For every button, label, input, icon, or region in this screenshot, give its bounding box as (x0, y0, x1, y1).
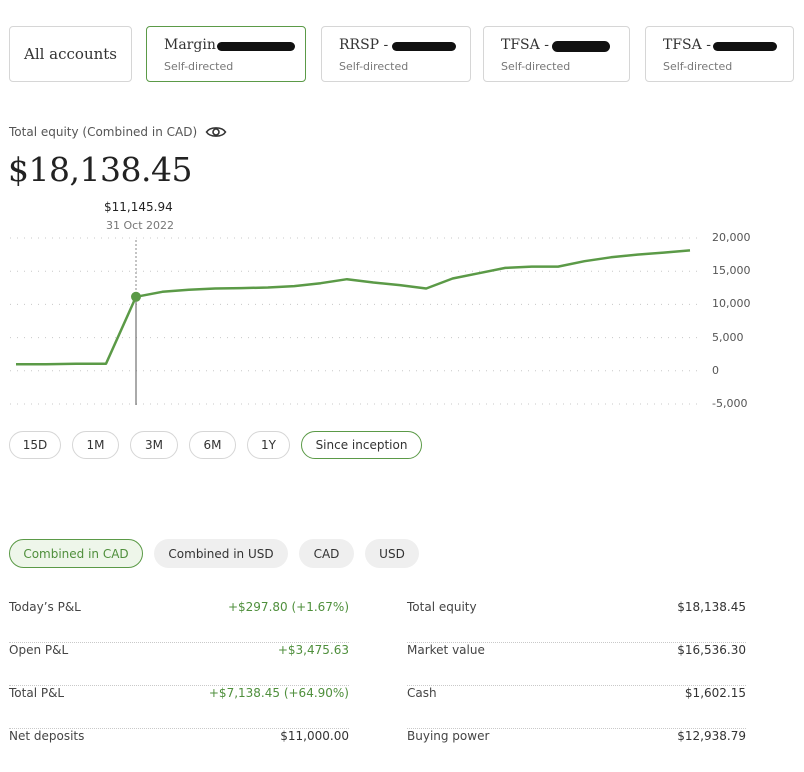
stat-label: Total P&L (9, 686, 65, 700)
y-tick-label: 0 (712, 363, 719, 377)
range-label: 3M (145, 438, 163, 452)
account-card-tfsa-2[interactable]: TFSA - Self-directed (645, 26, 794, 82)
stat-value: +$297.80 (+1.67%) (227, 600, 349, 614)
stat-row-market-value: Market value $16,536.30 (407, 643, 746, 686)
stat-value: $18,138.45 (677, 600, 746, 614)
range-button-1m[interactable]: 1M (72, 431, 119, 459)
stat-label: Market value (407, 643, 485, 657)
range-label: 6M (203, 438, 222, 452)
eye-icon[interactable] (205, 124, 227, 140)
currency-button-combined-usd[interactable]: Combined in USD (154, 539, 288, 568)
redaction-mark (552, 41, 610, 52)
range-button-6m[interactable]: 6M (189, 431, 236, 459)
account-label: TFSA - (501, 37, 549, 53)
account-card-all[interactable]: All accounts (9, 26, 132, 82)
account-label: RRSP - (339, 37, 389, 53)
currency-label: Combined in USD (168, 546, 274, 561)
equity-label: Total equity (Combined in CAD) (9, 125, 198, 139)
currency-button-usd[interactable]: USD (365, 539, 419, 568)
account-label: TFSA - (663, 37, 711, 53)
y-tick-label: -5,000 (712, 397, 748, 410)
currency-button-combined-cad[interactable]: Combined in CAD (9, 539, 143, 568)
currency-button-cad[interactable]: CAD (299, 539, 354, 568)
total-equity-value: $18,138.45 (8, 150, 192, 189)
stat-row-buying-power: Buying power $12,938.79 (407, 729, 746, 772)
range-label: 1M (86, 438, 105, 452)
account-card-rrsp[interactable]: RRSP - Self-directed (321, 26, 471, 82)
stat-row-cash: Cash $1,602.15 (407, 686, 746, 729)
y-tick-label: 5,000 (712, 330, 744, 344)
range-button-3m[interactable]: 3M (130, 431, 178, 459)
range-button-15d[interactable]: 15D (9, 431, 61, 459)
redaction-mark (713, 42, 777, 51)
stat-row-net-deposits: Net deposits $11,000.00 (9, 729, 349, 772)
account-subtitle: Self-directed (663, 60, 733, 73)
range-label: 15D (22, 438, 48, 452)
stat-label: Net deposits (9, 729, 85, 743)
range-label: 1Y (261, 438, 276, 452)
currency-label: CAD (313, 546, 340, 561)
y-tick-label: 15,000 (712, 264, 751, 278)
range-button-since-inception[interactable]: Since inception (301, 431, 422, 459)
highlight-point (131, 291, 141, 302)
stat-label: Today’s P&L (9, 600, 81, 614)
account-subtitle: Self-directed (501, 60, 571, 73)
stat-row-total-pl: Total P&L +$7,138.45 (+64.90%) (9, 686, 349, 729)
stat-value: $12,938.79 (677, 729, 746, 743)
redaction-mark (217, 42, 295, 51)
range-label: Since inception (315, 438, 408, 452)
account-card-margin[interactable]: Margin Self-directed (146, 26, 306, 82)
stat-label: Cash (407, 686, 437, 700)
currency-label: USD (379, 546, 405, 561)
stat-value: $1,602.15 (684, 686, 746, 700)
stat-row-todays-pl: Today’s P&L +$297.80 (+1.67%) (9, 600, 349, 643)
currency-label: Combined in CAD (23, 546, 129, 561)
stat-label: Open P&L (9, 643, 69, 657)
account-subtitle: Self-directed (339, 60, 409, 73)
range-button-1y[interactable]: 1Y (247, 431, 290, 459)
stat-value: $11,000.00 (280, 729, 349, 743)
stat-row-total-equity: Total equity $18,138.45 (407, 600, 746, 643)
account-subtitle: Self-directed (164, 60, 234, 73)
account-label: All accounts (23, 45, 118, 63)
stat-value: $16,536.30 (677, 643, 746, 657)
equity-series-line (16, 249, 691, 366)
y-tick-label: 10,000 (712, 297, 751, 311)
account-card-tfsa-1[interactable]: TFSA - Self-directed (483, 26, 630, 82)
stat-label: Total equity (407, 600, 477, 614)
tooltip-date: 31 Oct 2022 (106, 219, 175, 232)
stat-value: +$3,475.63 (277, 643, 349, 657)
tooltip-value: $11,145.94 (104, 200, 173, 214)
stat-row-open-pl: Open P&L +$3,475.63 (9, 643, 349, 686)
y-tick-label: 20,000 (712, 231, 751, 244)
redaction-mark (392, 42, 456, 51)
stat-label: Buying power (407, 729, 490, 743)
account-label: Margin (164, 37, 216, 53)
stat-value: +$7,138.45 (+64.90%) (208, 686, 349, 700)
